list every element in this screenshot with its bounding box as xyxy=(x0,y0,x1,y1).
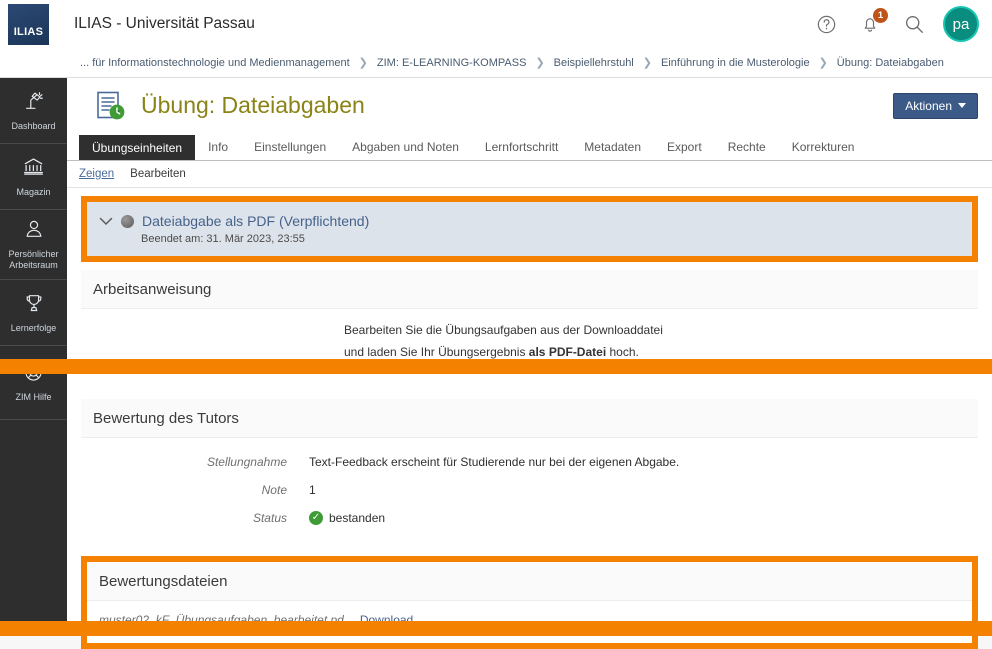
person-icon xyxy=(23,218,45,245)
instruction-panel: Arbeitsanweisung Bearbeiten Sie die Übun… xyxy=(81,270,978,373)
assignment-header-row: Dateiabgabe als PDF (Verpflichtend) xyxy=(99,213,958,229)
aktionen-button-label: Aktionen xyxy=(905,98,952,113)
evaluation-panel: Bewertung des Tutors Stellungnahme Text-… xyxy=(81,399,978,542)
exercise-document-icon xyxy=(93,89,127,123)
help-icon[interactable] xyxy=(811,9,841,39)
field-label: Status xyxy=(252,511,287,525)
sidebar-label: Dashboard xyxy=(11,120,56,131)
app-title: ILIAS - Universität Passau xyxy=(74,15,255,32)
tab-abgaben-und-noten[interactable]: Abgaben und Noten xyxy=(339,134,472,160)
field-value: 1 xyxy=(309,483,316,497)
highlight-strip-middle xyxy=(0,359,992,374)
evaluation-body: Stellungnahme Text-Feedback erscheint fü… xyxy=(81,438,978,542)
evaluation-row-stellungnahme: Stellungnahme Text-Feedback erscheint fü… xyxy=(81,448,978,476)
assignment-title[interactable]: Dateiabgabe als PDF (Verpflichtend) xyxy=(142,213,369,229)
field-label: Note xyxy=(261,483,287,497)
instruction-line-2-bold: als PDF-Datei xyxy=(528,345,607,359)
green-check-icon: ✓ xyxy=(309,511,323,525)
sidebar-item-lernerfolge[interactable]: Lernerfolge xyxy=(0,280,67,346)
instruction-line-2-post: hoch. xyxy=(606,345,639,359)
tab-metadaten[interactable]: Metadaten xyxy=(571,134,654,160)
breadcrumb-separator-icon: ❯ xyxy=(818,57,828,69)
main-sidebar: Dashboard Magazin Persönlicher Arbeitsra… xyxy=(0,78,67,636)
tab-info[interactable]: Info xyxy=(195,134,241,160)
tab-uebungseinheiten[interactable]: Übungseinheiten xyxy=(79,135,196,160)
aktionen-button[interactable]: Aktionen xyxy=(893,92,978,119)
tab-einstellungen[interactable]: Einstellungen xyxy=(241,134,339,160)
breadcrumb-item-2[interactable]: Beispiellehrstuhl xyxy=(554,57,634,69)
chevron-down-icon[interactable] xyxy=(99,215,113,228)
breadcrumb-item-0[interactable]: ... für Informationstechnologie und Medi… xyxy=(80,57,350,69)
breadcrumb-separator-icon: ❯ xyxy=(642,57,652,69)
tab-korrekturen[interactable]: Korrekturen xyxy=(779,134,868,160)
sidebar-item-persoenlicher-arbeitsraum[interactable]: Persönlicher Arbeitsraum xyxy=(0,210,67,280)
breadcrumb-separator-icon: ❯ xyxy=(358,57,368,69)
tab-bar: Übungseinheiten Info Einstellungen Abgab… xyxy=(67,133,992,161)
ilias-logo[interactable]: ILIAS xyxy=(8,3,49,45)
breadcrumb-item-4[interactable]: Übung: Dateiabgaben xyxy=(837,57,944,69)
sidebar-item-magazin[interactable]: Magazin xyxy=(0,144,67,210)
tab-rechte[interactable]: Rechte xyxy=(715,134,779,160)
top-header-bar: ILIAS ILIAS - Universität Passau 1 pa xyxy=(0,0,992,48)
evaluation-files-heading: Bewertungsdateien xyxy=(87,562,972,601)
tab-lernfortschritt[interactable]: Lernfortschritt xyxy=(472,134,571,160)
sub-tab-bar: Zeigen Bearbeiten xyxy=(67,161,992,188)
sidebar-label: Persönlicher Arbeitsraum xyxy=(8,249,59,270)
chevron-down-icon xyxy=(958,102,966,112)
sidebar-label: ZIM Hilfe xyxy=(15,392,52,402)
breadcrumb-item-1[interactable]: ZIM: E-LEARNING-KOMPASS xyxy=(377,57,527,69)
evaluation-row-note: Note 1 xyxy=(81,476,978,504)
page-header: Übung: Dateiabgaben Aktionen xyxy=(67,78,992,133)
main-content: Übung: Dateiabgaben Aktionen Übungseinhe… xyxy=(67,78,992,649)
breadcrumb-item-3[interactable]: Einführung in die Musterologie xyxy=(661,57,810,69)
desk-lamp-icon xyxy=(23,90,45,117)
breadcrumb-separator-icon: ❯ xyxy=(535,57,545,69)
tab-export[interactable]: Export xyxy=(654,134,715,160)
sidebar-label: Lernerfolge xyxy=(10,322,57,333)
breadcrumb: ... für Informationstechnologie und Medi… xyxy=(0,48,992,78)
header-actions: 1 pa xyxy=(811,6,992,42)
field-label: Stellungnahme xyxy=(206,455,287,469)
page-title: Übung: Dateiabgaben xyxy=(141,92,365,118)
subtab-zeigen[interactable]: Zeigen xyxy=(79,168,114,180)
sidebar-item-zim-hilfe[interactable]: ZIM Hilfe xyxy=(0,346,67,420)
assignment-card[interactable]: Dateiabgabe als PDF (Verpflichtend) Been… xyxy=(87,202,972,256)
field-value: Text-Feedback erscheint für Studierende … xyxy=(309,455,680,469)
trophy-icon xyxy=(23,292,45,319)
evaluation-row-status: Status ✓ bestanden xyxy=(81,504,978,532)
instruction-line-2-pre: und laden Sie Ihr Übungsergebnis xyxy=(344,345,529,359)
assignment-highlight-box: Dateiabgabe als PDF (Verpflichtend) Been… xyxy=(81,196,978,262)
notifications-bell-icon[interactable]: 1 xyxy=(855,8,888,39)
instruction-heading: Arbeitsanweisung xyxy=(81,270,978,309)
grey-status-dot-icon xyxy=(121,214,134,228)
notification-count-badge: 1 xyxy=(873,8,888,23)
sidebar-label: Magazin xyxy=(16,187,51,197)
evaluation-heading: Bewertung des Tutors xyxy=(81,399,978,438)
bank-building-icon xyxy=(22,155,45,183)
highlight-strip-bottom xyxy=(0,621,992,636)
field-value-wrap: ✓ bestanden xyxy=(309,511,385,525)
user-avatar[interactable]: pa xyxy=(943,6,979,42)
assignment-deadline: Beendet am: 31. Mär 2023, 23:55 xyxy=(141,233,305,245)
sidebar-item-dashboard[interactable]: Dashboard xyxy=(0,78,67,144)
search-icon[interactable] xyxy=(899,9,929,39)
subtab-bearbeiten[interactable]: Bearbeiten xyxy=(130,168,186,180)
status-badge: bestanden xyxy=(329,511,386,525)
instruction-line-1: Bearbeiten Sie die Übungsaufgaben aus de… xyxy=(344,323,663,337)
